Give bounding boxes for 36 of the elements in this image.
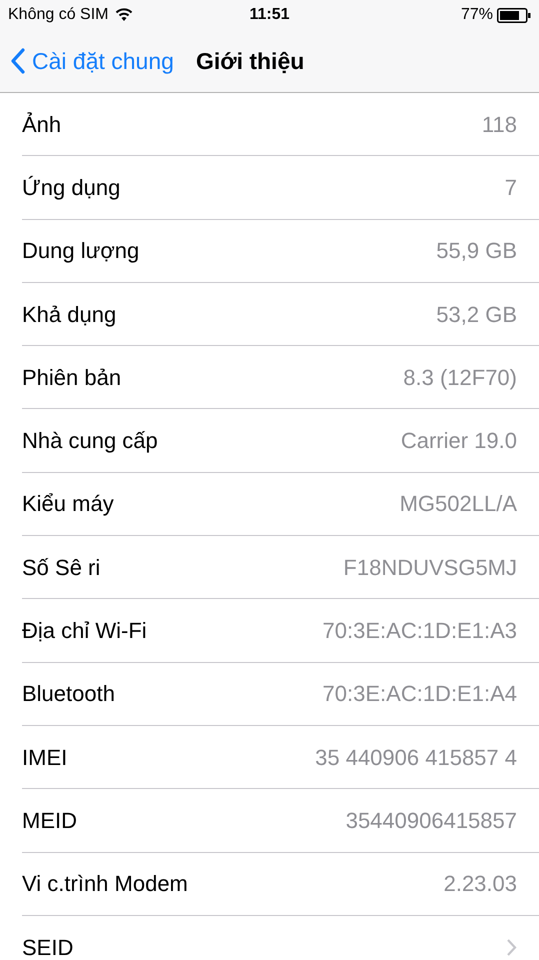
row-value: 53,2 GB [436, 300, 517, 329]
row-value: 35440906415857 [346, 806, 517, 835]
row-label: Kiểu máy [22, 490, 115, 518]
row-label: Phiên bản [22, 364, 122, 392]
chevron-right-icon[interactable] [506, 938, 517, 957]
row-label: MEID [22, 806, 78, 835]
row-label: Số Sê ri [22, 554, 102, 582]
row-value: 55,9 GB [436, 237, 517, 266]
back-button[interactable]: Cài đặt chung [10, 44, 174, 78]
carrier-name: Không có SIM [8, 5, 108, 25]
battery-percentage: 77% [460, 5, 493, 25]
row-label: IMEI [22, 744, 68, 772]
row-value: 7 [504, 174, 517, 202]
row-value: 70:3E:AC:1D:E1:A3 [322, 617, 517, 646]
row-label: Địa chỉ Wi-Fi [22, 617, 148, 646]
row-label: Bluetooth [22, 680, 116, 708]
row-value: 35 440906 415857 4 [315, 744, 517, 772]
row-value: 2.23.03 [444, 870, 517, 898]
row-label: Ảnh [22, 110, 62, 139]
row-label: Ứng dụng [22, 174, 122, 202]
back-chevron-icon [10, 48, 26, 74]
row-label: Nhà cung cấp [22, 427, 159, 456]
row-value: MG502LL/A [400, 490, 517, 518]
page-title: Giới thiệu [196, 46, 304, 76]
row-label: Khả dụng [22, 300, 118, 329]
wifi-icon [114, 8, 132, 22]
row-value: F18NDUVSG5MJ [343, 554, 517, 582]
row-value: 118 [482, 110, 517, 139]
row-label: SEID [22, 934, 74, 960]
row-label: Vi c.trình Modem [22, 870, 189, 898]
row-value: Carrier 19.0 [400, 427, 517, 456]
row-value: 8.3 (12F70) [403, 364, 517, 392]
row-value: 70:3E:AC:1D:E1:A4 [322, 680, 517, 708]
clock-time: 11:51 [249, 5, 290, 25]
battery-icon [497, 8, 531, 22]
row-label: Dung lượng [22, 237, 140, 266]
